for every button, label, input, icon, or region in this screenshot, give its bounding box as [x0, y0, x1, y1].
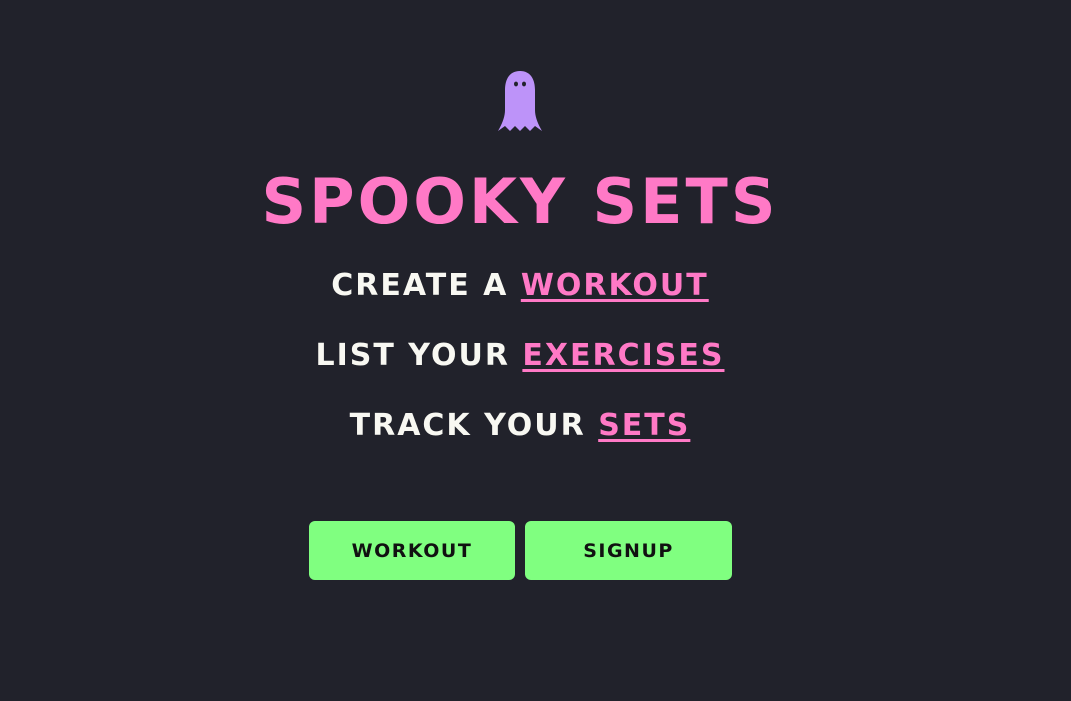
- tagline-create-workout: Create a Workout: [0, 266, 1040, 306]
- tagline-list-exercises: List your Exercises: [0, 336, 1040, 376]
- tagline-track-sets: Track your Sets: [0, 406, 1040, 446]
- tagline-prefix: List your: [315, 338, 523, 373]
- ghost-eye-left: [514, 81, 518, 87]
- page-title: Spooky Sets: [261, 165, 779, 238]
- sets-link[interactable]: Sets: [598, 408, 690, 443]
- workout-button[interactable]: Workout: [309, 521, 515, 580]
- exercises-link[interactable]: Exercises: [522, 338, 724, 373]
- landing-page: Spooky Sets Create a Workout List your E…: [0, 0, 1071, 701]
- tagline-prefix: Create a: [331, 268, 521, 303]
- ghost-body: [498, 71, 542, 131]
- ghost-icon: [498, 71, 542, 131]
- tagline-prefix: Track your: [349, 408, 599, 443]
- workout-link[interactable]: Workout: [521, 268, 709, 303]
- ghost-eye-right: [522, 81, 526, 87]
- signup-button[interactable]: Signup: [525, 521, 732, 580]
